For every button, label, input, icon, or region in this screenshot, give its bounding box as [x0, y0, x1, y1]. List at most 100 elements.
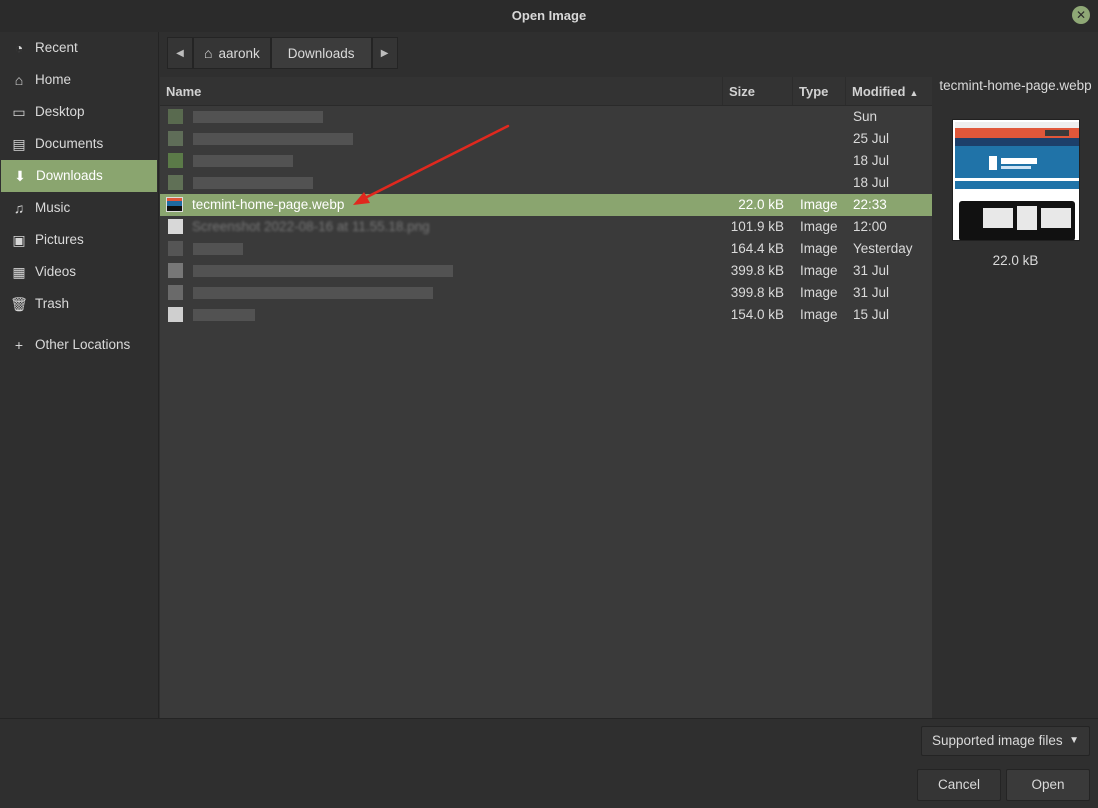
recent-icon: ◔: [14, 40, 24, 56]
file-modified: 25 Jul: [853, 131, 890, 146]
path-forward-button[interactable]: ▶: [371, 37, 398, 69]
file-thumbnail-icon: [168, 175, 183, 190]
table-row[interactable]: 25 Jul: [160, 128, 932, 150]
sidebar-separator: [0, 320, 158, 329]
file-name: tecmint-home-page.webp: [192, 197, 345, 212]
sidebar-item-recent[interactable]: ◔ Recent: [0, 32, 158, 64]
sidebar-item-label: Home: [35, 72, 72, 87]
file-name-cell: [160, 106, 723, 128]
file-modified: 15 Jul: [853, 307, 890, 322]
file-name: Screenshot 2022-08-16 at 11.55.18.png: [192, 219, 430, 234]
sidebar-item-label: Other Locations: [35, 337, 131, 352]
file-name-cell: tecmint-home-page.webp: [160, 194, 723, 216]
file-name-cell: [160, 282, 723, 304]
sidebar-item-label: Desktop: [35, 104, 85, 119]
path-current-label: Downloads: [287, 45, 355, 61]
redacted-name: [193, 287, 433, 299]
table-row-selected[interactable]: tecmint-home-page.webp 22.0 kB Image 22:…: [160, 194, 932, 216]
sort-ascending-icon: ▲: [909, 88, 919, 98]
table-row[interactable]: 164.4 kB Image Yesterday: [160, 238, 932, 260]
path-bar: ◀ ⌂ aaronk Downloads ▶: [167, 37, 398, 69]
pictures-icon: ▣: [12, 232, 26, 248]
path-current-button[interactable]: Downloads: [270, 37, 372, 69]
redacted-name: [193, 133, 353, 145]
file-type: Image: [800, 307, 838, 322]
downloads-icon: ⬇: [14, 168, 26, 184]
title-bar: Open Image ✕: [0, 0, 1098, 32]
webpage-thumbnail-image: [952, 120, 1079, 240]
preview-filename: tecmint-home-page.webp: [939, 78, 1092, 93]
file-filter-dropdown[interactable]: Supported image files ▼: [921, 726, 1090, 756]
preview-size: 22.0 kB: [992, 253, 1039, 268]
table-row[interactable]: Screenshot 2022-08-16 at 11.55.18.png 10…: [160, 216, 932, 238]
sidebar-item-home[interactable]: ⌂ Home: [0, 64, 158, 96]
table-row[interactable]: 399.8 kB Image 31 Jul: [160, 260, 932, 282]
sidebar-item-other-locations[interactable]: + Other Locations: [0, 329, 158, 361]
file-type: Image: [800, 197, 838, 212]
table-row[interactable]: 18 Jul: [160, 150, 932, 172]
file-list: Name Size Type Modified ▲ Sun 25 Jul 18 J…: [160, 77, 932, 718]
sidebar-item-documents[interactable]: ▤ Documents: [0, 128, 158, 160]
music-icon: ♫: [13, 200, 25, 216]
file-size: [723, 106, 793, 128]
redacted-name: [193, 265, 453, 277]
sidebar-item-music[interactable]: ♫ Music: [0, 192, 158, 224]
column-header-modified[interactable]: Modified ▲: [846, 77, 932, 105]
close-button[interactable]: ✕: [1072, 6, 1090, 24]
column-header-modified-label: Modified: [852, 84, 906, 99]
sidebar-item-desktop[interactable]: ▭ Desktop: [0, 96, 158, 128]
places-sidebar: ◔ Recent ⌂ Home ▭ Desktop ▤ Documents ⬇ Downl…: [0, 32, 159, 718]
file-size: 399.8 kB: [730, 263, 784, 278]
file-name-cell: [160, 172, 723, 194]
file-modified: 31 Jul: [853, 285, 890, 300]
sidebar-item-trash[interactable]: 🗑︎ Trash: [0, 288, 158, 320]
preview-pane: tecmint-home-page.webp 22.0 kB: [933, 77, 1098, 718]
videos-icon: ▦: [12, 264, 26, 280]
table-row[interactable]: Sun: [160, 106, 932, 128]
file-thumbnail-icon: [168, 285, 183, 300]
cancel-button[interactable]: Cancel: [917, 769, 1001, 801]
file-size: 164.4 kB: [730, 241, 784, 256]
file-filter-label: Supported image files: [932, 733, 1063, 748]
sidebar-item-pictures[interactable]: ▣ Pictures: [0, 224, 158, 256]
file-size: 154.0 kB: [730, 307, 784, 322]
table-row[interactable]: 18 Jul: [160, 172, 932, 194]
file-size: [723, 128, 793, 150]
sidebar-item-label: Videos: [35, 264, 77, 279]
sidebar-item-label: Documents: [35, 136, 104, 151]
file-thumbnail-icon: [168, 307, 183, 322]
column-header-type[interactable]: Type: [793, 77, 846, 105]
file-size: 399.8 kB: [730, 285, 784, 300]
column-header-name[interactable]: Name: [160, 77, 723, 105]
sidebar-item-label: Music: [35, 200, 71, 215]
chevron-left-icon: ◀: [176, 47, 184, 59]
file-modified: Sun: [853, 109, 878, 124]
sidebar-item-downloads[interactable]: ⬇ Downloads: [1, 160, 157, 192]
open-button[interactable]: Open: [1006, 769, 1090, 801]
table-row[interactable]: 399.8 kB Image 31 Jul: [160, 282, 932, 304]
file-size: 22.0 kB: [738, 197, 784, 212]
path-back-button[interactable]: ◀: [167, 37, 193, 69]
file-thumbnail-icon: [168, 219, 183, 234]
sidebar-item-label: Trash: [35, 296, 70, 311]
redacted-name: [193, 111, 323, 123]
trash-icon: 🗑︎: [10, 296, 28, 312]
path-home-button[interactable]: ⌂ aaronk: [193, 37, 271, 69]
file-type: Image: [800, 263, 838, 278]
table-row[interactable]: 154.0 kB Image 15 Jul: [160, 304, 932, 326]
home-icon: ⌂: [14, 72, 24, 88]
file-modified: 18 Jul: [853, 153, 890, 168]
file-size: [723, 172, 793, 194]
file-name-cell: [160, 150, 723, 172]
sidebar-item-videos[interactable]: ▦ Videos: [0, 256, 158, 288]
file-name-cell: [160, 304, 723, 326]
file-name-cell: [160, 260, 723, 282]
file-thumbnail-icon: [168, 131, 183, 146]
file-type: Image: [800, 241, 838, 256]
redacted-name: [193, 155, 293, 167]
chevron-right-icon: ▶: [380, 47, 389, 59]
sidebar-item-label: Downloads: [36, 168, 103, 183]
column-header-size[interactable]: Size: [723, 77, 793, 105]
documents-icon: ▤: [12, 136, 26, 152]
image-thumbnail-icon: [166, 197, 183, 212]
